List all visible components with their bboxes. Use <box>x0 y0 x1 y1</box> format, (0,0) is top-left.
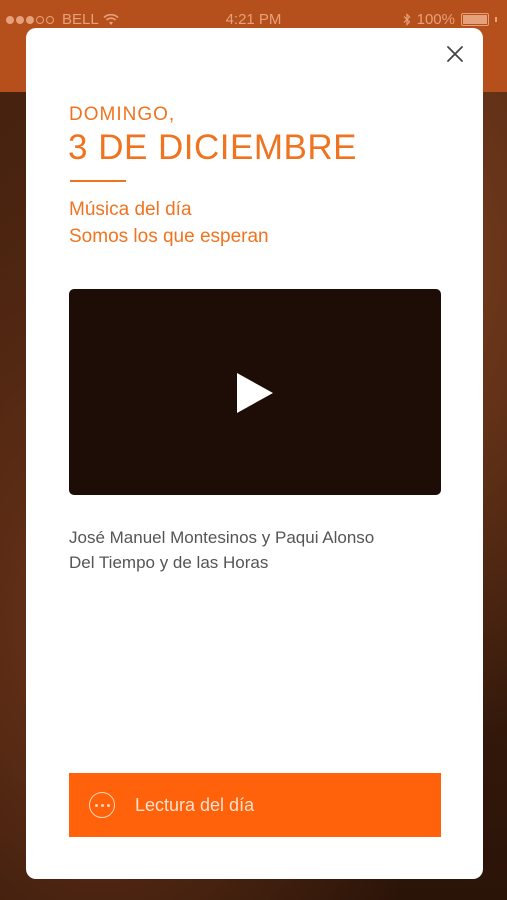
album-name: Del Tiempo y de las Horas <box>69 553 269 572</box>
battery-icon <box>461 13 489 26</box>
day-modal: DOMINGO, 3 DE DICIEMBRE Música del día S… <box>26 28 483 879</box>
day-of-week: DOMINGO, <box>69 104 176 125</box>
battery-percentage: 100% <box>416 11 455 28</box>
bluetooth-icon <box>403 13 410 26</box>
divider <box>70 180 126 182</box>
close-icon <box>447 46 463 62</box>
status-right: 100% <box>403 11 497 28</box>
section-title: Música del día <box>69 199 192 220</box>
artist-name: José Manuel Montesinos y Paqui Alonso <box>69 528 375 547</box>
date-title: 3 DE DICIEMBRE <box>68 128 357 167</box>
reading-button-label: Lectura del día <box>135 794 255 815</box>
video-player[interactable] <box>69 289 441 495</box>
close-button[interactable] <box>441 40 469 68</box>
reading-of-day-button[interactable]: Lectura del día <box>69 773 441 837</box>
more-circle-icon <box>89 792 115 818</box>
song-title: Somos los que esperan <box>69 226 269 247</box>
play-icon[interactable] <box>235 371 275 415</box>
battery-nub <box>495 17 497 22</box>
